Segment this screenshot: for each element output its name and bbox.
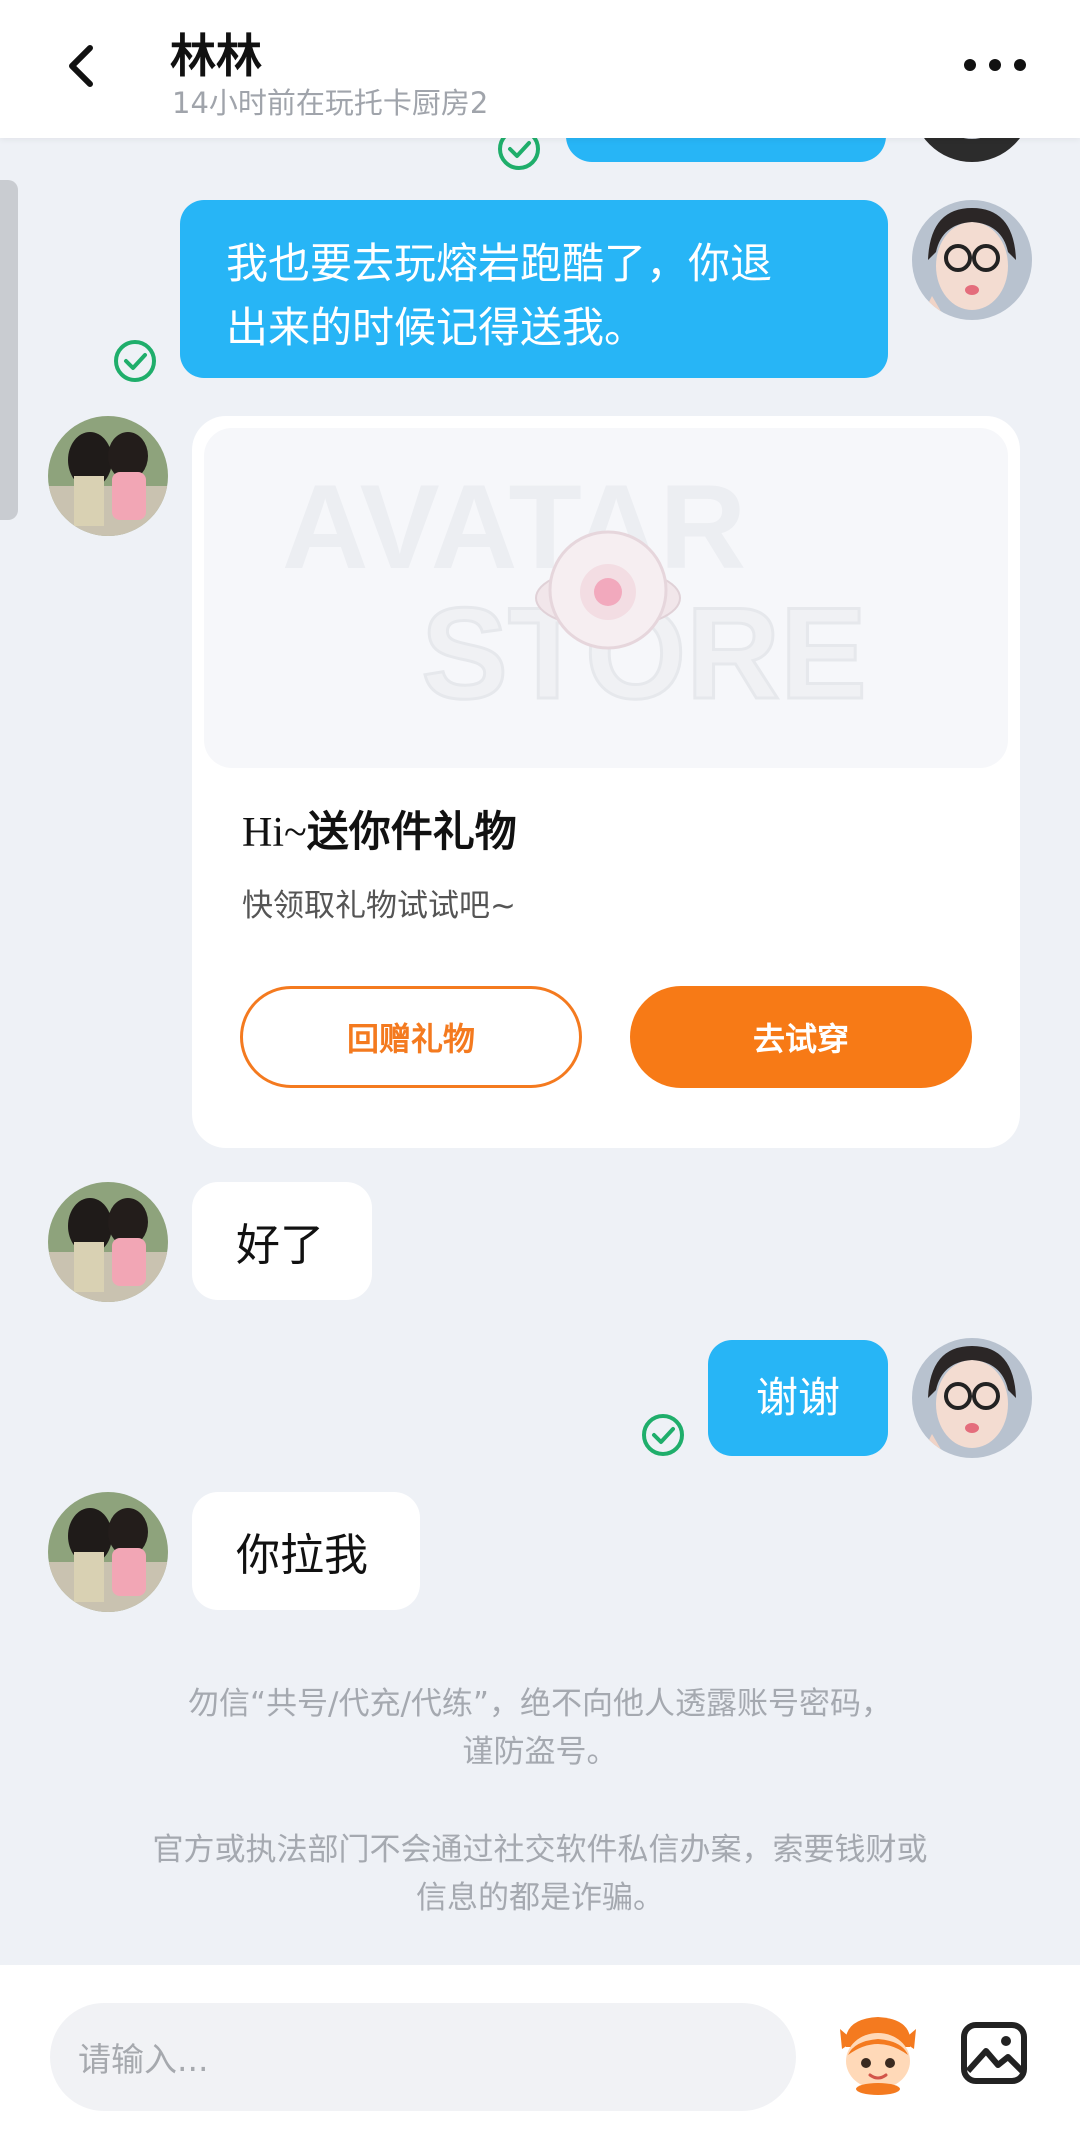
chat-header: 林林 14小时前在玩托卡厨房2 bbox=[0, 0, 1080, 138]
contact-avatar[interactable] bbox=[48, 1182, 168, 1302]
scroll-indicator[interactable] bbox=[0, 180, 18, 520]
contact-name: 林林 bbox=[170, 29, 262, 83]
safety-notice-fraud: 官方或执法部门不会通过社交软件私信办案，索要钱财或 信息的都是诈骗。 bbox=[70, 1826, 1010, 1922]
notice-line: 谨防盗号。 bbox=[462, 1734, 618, 1770]
message-bubble-received: 好了 bbox=[192, 1182, 372, 1300]
contact-status: 14小时前在玩托卡厨房2 bbox=[172, 86, 489, 120]
return-gift-label: 回赠礼物 bbox=[346, 1020, 475, 1058]
message-bubble-received: 你拉我 bbox=[192, 1492, 420, 1610]
message-input[interactable]: 请输入... bbox=[50, 2003, 796, 2111]
return-gift-button[interactable]: 回赠礼物 bbox=[240, 986, 582, 1088]
try-on-label: 去试穿 bbox=[752, 1020, 849, 1058]
message-text: 好了 bbox=[236, 1220, 324, 1271]
message-text: 你拉我 bbox=[236, 1530, 368, 1581]
emoji-button[interactable] bbox=[832, 2007, 924, 2099]
notice-line: 信息的都是诈骗。 bbox=[416, 1880, 664, 1916]
more-button[interactable] bbox=[960, 40, 1030, 90]
contact-avatar[interactable] bbox=[48, 1492, 168, 1612]
image-icon bbox=[961, 2022, 1027, 2084]
gift-title-prefix: Hi~ bbox=[242, 810, 307, 856]
banner-watermark: AVATAR bbox=[282, 460, 746, 594]
gift-banner-image: AVATAR STORE bbox=[204, 428, 1008, 768]
my-avatar[interactable] bbox=[912, 200, 1032, 320]
message-bubble-sent: 谢谢 bbox=[708, 1340, 888, 1456]
input-placeholder: 请输入... bbox=[78, 2040, 209, 2079]
chevron-left-icon bbox=[69, 45, 93, 87]
message-text-line: 我也要去玩熔岩跑酷了，你退 bbox=[226, 239, 773, 288]
notice-line: 勿信“共号/代充/代练”，绝不向他人透露账号密码， bbox=[187, 1686, 892, 1722]
notice-line: 官方或执法部门不会通过社交软件私信办案，索要钱财或 bbox=[152, 1832, 928, 1868]
message-input-bar: 请输入... bbox=[0, 1965, 1080, 2145]
image-button[interactable] bbox=[958, 2017, 1030, 2089]
check-circle-icon bbox=[642, 1414, 684, 1456]
more-dots-icon bbox=[964, 59, 1026, 71]
gift-title: Hi~送你件礼物 bbox=[242, 798, 517, 859]
my-avatar[interactable] bbox=[912, 1338, 1032, 1458]
message-text-line: 出来的时候记得送我。 bbox=[226, 303, 647, 352]
gift-card[interactable]: AVATAR STORE Hi~送你件礼物 快领取礼物试试吧~ 回赠礼物 去试穿 bbox=[192, 416, 1020, 1148]
safety-notice-account: 勿信“共号/代充/代练”，绝不向他人透露账号密码， 谨防盗号。 bbox=[70, 1680, 1010, 1776]
gift-description: 快领取礼物试试吧~ bbox=[242, 888, 516, 924]
gift-title-main: 送你件礼物 bbox=[306, 807, 517, 856]
contact-avatar[interactable] bbox=[48, 416, 168, 536]
try-on-button[interactable]: 去试穿 bbox=[630, 986, 972, 1088]
check-circle-icon bbox=[114, 340, 156, 382]
message-bubble-sent: 我也要去玩熔岩跑酷了，你退 出来的时候记得送我。 bbox=[180, 200, 888, 378]
mascot-emoji-icon bbox=[840, 2017, 916, 2095]
message-text: 谢谢 bbox=[755, 1373, 840, 1422]
back-button[interactable] bbox=[52, 30, 122, 100]
